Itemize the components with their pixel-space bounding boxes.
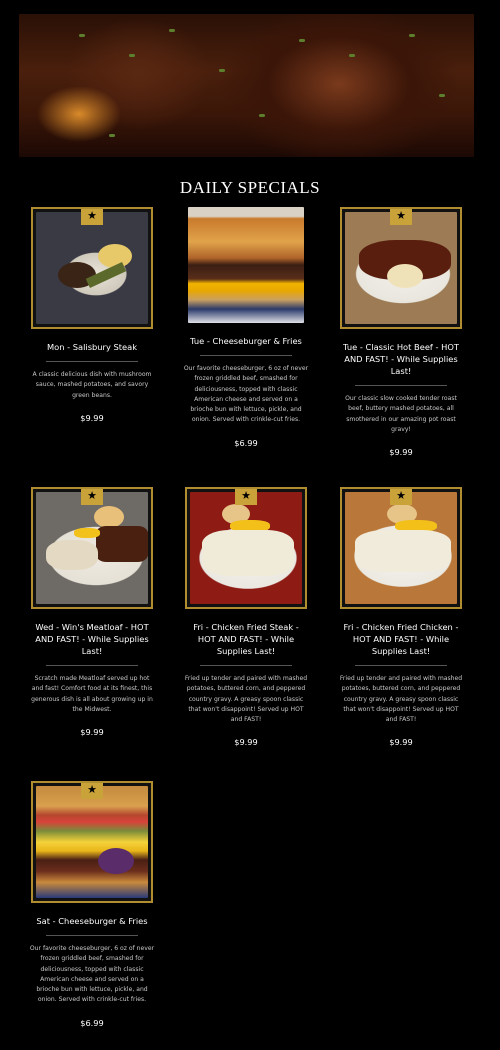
- special-name: Fri - Chicken Fried Chicken - HOT AND FA…: [343, 622, 459, 656]
- special-description: A classic delicious dish with mushroom s…: [32, 371, 152, 399]
- special-price: $6.99: [234, 437, 258, 448]
- dish-photo-frame[interactable]: ★: [340, 487, 462, 609]
- special-description: Our favorite cheeseburger, 6 oz of never…: [183, 365, 309, 424]
- star-icon: ★: [390, 209, 412, 225]
- special-price: $6.99: [80, 1017, 104, 1028]
- special-card[interactable]: ★ Mon - Salisbury Steak A classic delici…: [28, 207, 156, 423]
- divider: [200, 355, 292, 356]
- special-price: $9.99: [80, 412, 104, 423]
- special-name: Tue - Cheeseburger & Fries: [190, 336, 302, 346]
- cheeseburger-photo: [188, 207, 304, 323]
- star-icon: ★: [81, 489, 103, 505]
- salisbury-steak-photo: [36, 212, 148, 324]
- special-name: Mon - Salisbury Steak: [46, 342, 138, 352]
- star-icon: ★: [390, 489, 412, 505]
- chicken-fried-steak-photo: [190, 492, 302, 604]
- section-title: DAILY SPECIALS: [179, 178, 321, 197]
- special-price: $9.99: [389, 737, 413, 748]
- dish-photo-frame[interactable]: [188, 207, 304, 323]
- cheeseburger-photo: [36, 786, 148, 898]
- hero-food-image: [19, 14, 474, 157]
- special-card[interactable]: ★ Wed - Win's Meatloaf - HOT AND FAST! -…: [28, 487, 156, 737]
- divider: [200, 665, 292, 666]
- special-name: Tue - Classic Hot Beef - HOT AND FAST! -…: [343, 342, 459, 376]
- special-description: Fried up tender and paired with mashed p…: [184, 675, 308, 724]
- special-price: $9.99: [234, 737, 258, 748]
- dish-photo-frame[interactable]: ★: [340, 207, 462, 329]
- special-card[interactable]: ★ Fri - Chicken Fried Chicken - HOT AND …: [337, 487, 465, 747]
- star-icon: ★: [235, 489, 257, 505]
- dish-photo-frame[interactable]: ★: [185, 487, 307, 609]
- chicken-fried-chicken-photo: [345, 492, 457, 604]
- divider: [355, 385, 447, 386]
- divider: [46, 665, 138, 666]
- hot-beef-photo: [345, 212, 457, 324]
- special-price: $9.99: [80, 727, 104, 738]
- meatloaf-photo: [36, 492, 148, 604]
- dish-photo-frame[interactable]: ★: [31, 487, 153, 609]
- special-price: $9.99: [389, 447, 413, 458]
- star-icon: ★: [81, 783, 103, 799]
- divider: [46, 361, 138, 362]
- special-name: Wed - Win's Meatloaf - HOT AND FAST! - W…: [35, 622, 149, 656]
- special-name: Fri - Chicken Fried Steak - HOT AND FAST…: [193, 622, 299, 656]
- divider: [355, 665, 447, 666]
- star-icon: ★: [81, 209, 103, 225]
- special-card[interactable]: ★ Fri - Chicken Fried Steak - HOT AND FA…: [182, 487, 310, 747]
- dish-photo-frame[interactable]: ★: [31, 207, 153, 329]
- special-description: Our favorite cheeseburger, 6 oz of never…: [29, 945, 155, 1004]
- special-description: Fried up tender and paired with mashed p…: [339, 675, 463, 724]
- special-card[interactable]: ★ Tue - Classic Hot Beef - HOT AND FAST!…: [337, 207, 465, 457]
- special-description: Scratch made Meatloaf served up hot and …: [31, 675, 153, 713]
- special-description: Our classic slow cooked tender roast bee…: [345, 395, 457, 433]
- special-name: Sat - Cheeseburger & Fries: [36, 916, 148, 926]
- special-card[interactable]: Tue - Cheeseburger & Fries Our favorite …: [182, 207, 310, 448]
- divider: [46, 935, 138, 936]
- special-card[interactable]: ★ Sat - Cheeseburger & Fries Our favorit…: [28, 781, 156, 1028]
- dish-photo-frame[interactable]: ★: [31, 781, 153, 903]
